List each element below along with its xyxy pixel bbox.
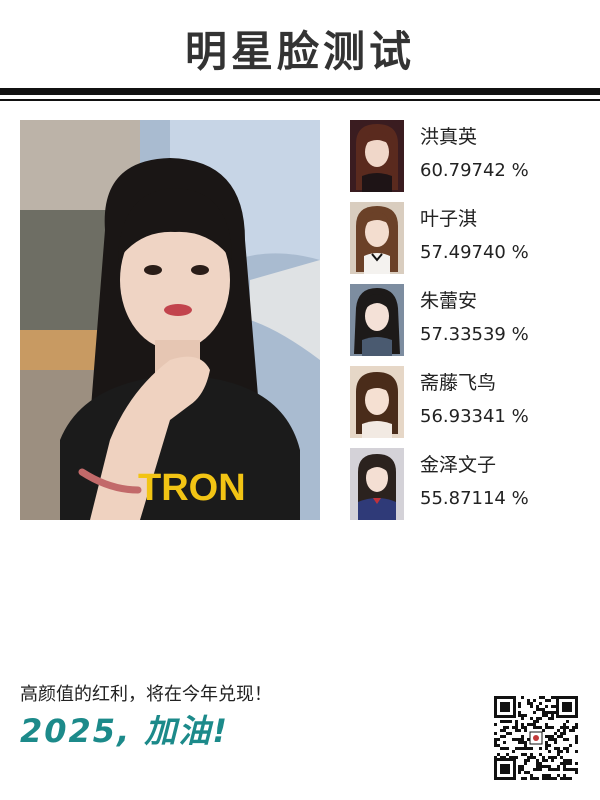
match-name: 洪真英 [420, 126, 478, 148]
match-score: 56.93341 % [420, 406, 529, 427]
header-divider-thin [0, 99, 600, 101]
match-thumbnail [350, 448, 404, 520]
match-name: 斋藤飞鸟 [420, 372, 497, 394]
qr-code-image [494, 696, 578, 780]
match-score: 60.79742 % [420, 160, 529, 181]
shirt-print-text: TRON [138, 467, 246, 509]
tagline: 高颜值的红利，将在今年兑现！ [20, 684, 272, 705]
match-item: 朱蕾安 57.33539 % [350, 284, 590, 356]
qr-code-icon[interactable] [494, 696, 578, 780]
user-photo-illustration: TRON [20, 120, 320, 520]
match-item: 叶子淇 57.49740 % [350, 202, 590, 274]
match-score: 55.87114 % [420, 488, 529, 509]
match-item: 洪真英 60.79742 % [350, 120, 590, 192]
match-name: 金泽文子 [420, 454, 497, 476]
match-thumbnail [350, 202, 404, 274]
header-divider-thick [0, 88, 600, 95]
match-thumbnail [350, 366, 404, 438]
user-photo: TRON [20, 120, 320, 520]
match-item: 金泽文子 55.87114 % [350, 448, 590, 520]
page-title: 明星脸测试 [184, 27, 415, 76]
match-thumbnail [350, 120, 404, 192]
slogan: 2025, 加油! [20, 712, 229, 750]
match-item: 斋藤飞鸟 56.93341 % [350, 366, 590, 438]
match-name: 朱蕾安 [420, 290, 478, 312]
match-score: 57.49740 % [420, 242, 529, 263]
match-thumbnail [350, 284, 404, 356]
match-name: 叶子淇 [420, 208, 478, 230]
match-score: 57.33539 % [420, 324, 529, 345]
